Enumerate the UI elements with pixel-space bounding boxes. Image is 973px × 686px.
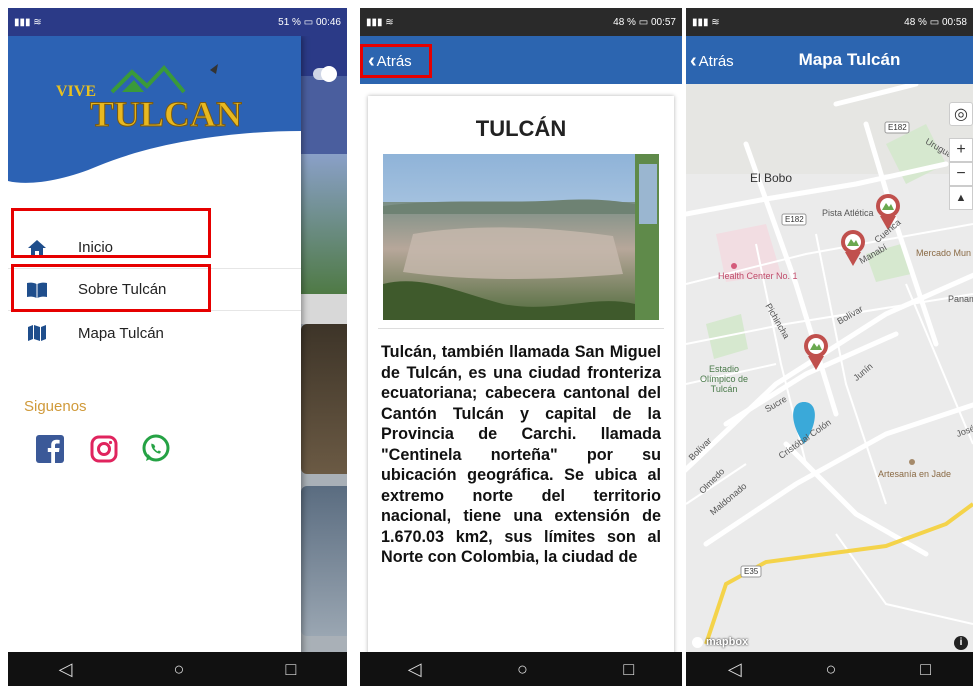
whatsapp-icon[interactable]	[140, 433, 172, 465]
city-photo	[383, 154, 659, 320]
page-title: TULCÁN	[475, 116, 567, 141]
plus-icon: +	[956, 141, 966, 158]
map-label: Pista Atlética	[822, 208, 874, 218]
mapbox-icon	[692, 636, 703, 648]
compass-icon: ▲	[955, 192, 967, 204]
status-bar: ▮▮▮ ≋ 48 % ▭ 00:57	[360, 8, 682, 36]
signal-icon: ▮▮▮ ≋	[14, 16, 42, 28]
road-shield: E182	[785, 215, 804, 224]
screen-sobre-tulcan: ▮▮▮ ≋ 48 % ▭ 00:57 ‹ Atrás TULCÁN Tulcán…	[360, 8, 682, 686]
map-label: Estadio Olímpico de Tulcán	[699, 364, 749, 394]
clock: 00:57	[650, 16, 676, 28]
compass-button[interactable]: ▲	[949, 186, 973, 210]
map-label: Health Center No. 1	[718, 271, 798, 281]
toggle-switch[interactable]	[313, 66, 337, 82]
status-bar: ▮▮▮ ≋ 48 % ▭ 00:58	[686, 8, 973, 36]
home-nav-icon[interactable]: ○	[517, 659, 528, 680]
zoom-in-button[interactable]: +	[949, 138, 973, 162]
map-label: Mercado Mun	[916, 248, 972, 258]
recents-nav-icon[interactable]: □	[286, 659, 297, 680]
locate-icon: ◎	[954, 106, 968, 123]
menu-item-mapa-tulcan[interactable]: Mapa Tulcán	[8, 312, 301, 354]
home-nav-icon[interactable]: ○	[826, 659, 837, 680]
highlight-box-back	[360, 44, 432, 78]
highlight-box-sobre-tulcan	[11, 264, 211, 312]
screen-menu: ▮▮▮ ≋ 51 % ▭ 00:46 VIVE TULCAN Inicio So…	[8, 8, 347, 686]
menu-item-label: Mapa Tulcán	[78, 324, 164, 342]
road-shield: E182	[888, 123, 907, 132]
android-nav-bar: ◁ ○ □	[8, 652, 347, 686]
minus-icon: −	[956, 165, 966, 182]
map-icon	[26, 323, 48, 343]
map-label: El Bobo	[750, 171, 793, 185]
clock: 00:46	[315, 16, 341, 28]
divider	[378, 328, 664, 329]
back-nav-icon[interactable]: ◁	[408, 659, 422, 680]
instagram-icon[interactable]	[88, 433, 120, 465]
battery-percent: 48 %	[613, 16, 636, 28]
locate-button[interactable]: ◎	[949, 102, 973, 126]
background-photo	[301, 154, 347, 294]
battery-percent: 48 %	[904, 16, 927, 28]
home-nav-icon[interactable]: ○	[174, 659, 185, 680]
map-view[interactable]: El Bobo E182 E182 Pista Atlética Uruguay…	[686, 84, 973, 656]
back-nav-icon[interactable]: ◁	[59, 659, 73, 680]
vive-tulcan-logo: VIVE TULCAN	[56, 64, 242, 132]
mapbox-logo: mapbox	[692, 636, 748, 648]
signal-icon: ▮▮▮ ≋	[366, 16, 394, 28]
status-bar: ▮▮▮ ≋ 51 % ▭ 00:46	[8, 8, 347, 36]
clock: 00:58	[941, 16, 967, 28]
description-text: Tulcán, también llamada San Miguel de Tu…	[381, 343, 661, 566]
android-nav-bar: ◁ ○ □	[686, 652, 973, 686]
recents-nav-icon[interactable]: □	[920, 659, 931, 680]
battery-percent: 51 %	[278, 16, 301, 28]
facebook-icon[interactable]	[34, 433, 66, 465]
android-nav-bar: ◁ ○ □	[360, 652, 682, 686]
screen-mapa-tulcan: ▮▮▮ ≋ 48 % ▭ 00:58 ‹ Atrás Mapa Tulcán E…	[686, 8, 973, 686]
road-shield: E35	[744, 567, 759, 576]
highlight-box-inicio	[11, 208, 211, 258]
signal-icon: ▮▮▮ ≋	[692, 16, 720, 28]
follow-label: Siguenos	[24, 398, 87, 415]
map-label: Artesanía en Jade	[878, 469, 952, 479]
svg-text:TULCAN: TULCAN	[90, 94, 242, 132]
back-nav-icon[interactable]: ◁	[728, 659, 742, 680]
info-card: TULCÁN Tulcán, también llamada San Migue…	[368, 96, 674, 656]
zoom-out-button[interactable]: −	[949, 162, 973, 186]
page-title: Mapa Tulcán	[798, 50, 901, 69]
map-label: Panam	[948, 294, 973, 304]
navigation-drawer: VIVE TULCAN Inicio Sobre Tulcán Mapa Tul…	[8, 36, 301, 656]
recents-nav-icon[interactable]: □	[623, 659, 634, 680]
info-icon[interactable]: i	[954, 636, 968, 650]
